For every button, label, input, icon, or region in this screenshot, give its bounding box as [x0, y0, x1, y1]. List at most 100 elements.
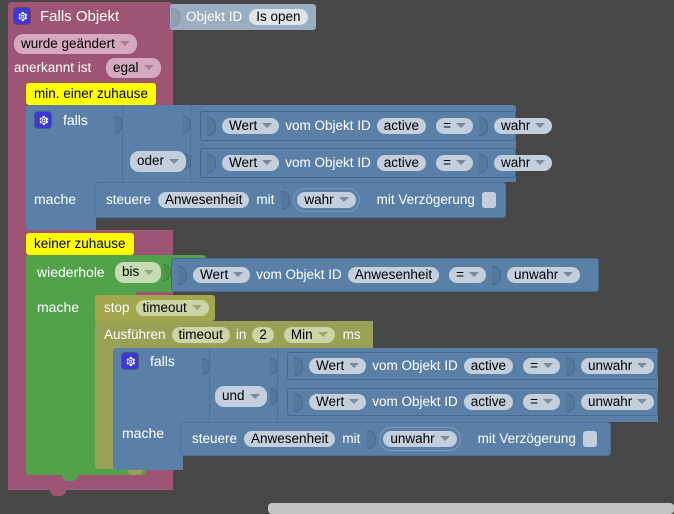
- chevron-down-icon: [262, 160, 273, 165]
- gear-icon[interactable]: [35, 112, 51, 128]
- action-target-field[interactable]: Anwesenheit: [158, 191, 250, 209]
- chevron-down-icon: [144, 269, 155, 275]
- loop-mode-dropdown[interactable]: bis: [115, 262, 162, 283]
- action-block-home[interactable]: steuere Anwesenheit mit wahr mit Verzöge…: [94, 182, 506, 218]
- middle-label: vom Objekt ID: [372, 394, 458, 410]
- comparator-field[interactable]: =: [436, 154, 473, 172]
- action-target-field[interactable]: Anwesenheit: [244, 430, 336, 448]
- compare-value-field[interactable]: unwahr: [580, 357, 655, 375]
- gear-icon[interactable]: [122, 353, 138, 369]
- chevron-down-icon: [349, 363, 360, 368]
- value-type-field[interactable]: Wert: [222, 117, 280, 135]
- chevron-down-icon: [542, 363, 553, 368]
- stop-timer-dropdown[interactable]: timeout: [135, 299, 209, 317]
- logic-operator-value: und: [222, 388, 245, 404]
- condition-row-home-2[interactable]: Wert vom Objekt ID active = wahr: [200, 148, 553, 178]
- note-keiner-zuhause[interactable]: keiner zuhause: [26, 233, 134, 255]
- object-id-field[interactable]: Is open: [249, 8, 308, 26]
- logic-operator-oder[interactable]: oder: [130, 151, 187, 172]
- compare-value-text: wahr: [500, 117, 531, 133]
- chevron-down-icon: [233, 272, 244, 277]
- run-unit-suffix: ms: [342, 327, 361, 343]
- comparator-field[interactable]: =: [523, 357, 560, 375]
- run-timer-name-field[interactable]: timeout: [171, 326, 230, 344]
- input-connector: [478, 116, 488, 136]
- action-block-away[interactable]: steuere Anwesenheit mit unwahr mit Verzö…: [180, 422, 611, 456]
- middle-label: vom Objekt ID: [372, 358, 458, 374]
- run-unit-value: Min: [290, 326, 313, 342]
- ack-dropdown[interactable]: egal: [106, 58, 161, 78]
- event-type-dropdown[interactable]: wurde geändert: [14, 34, 137, 54]
- comparator-field[interactable]: =: [449, 266, 486, 284]
- action-value-field[interactable]: unwahr: [379, 426, 461, 452]
- value-type-text: Wert: [229, 117, 258, 133]
- object-id-field[interactable]: active: [463, 357, 514, 375]
- delay-checkbox[interactable]: [582, 431, 597, 447]
- stop-verb: stop: [104, 300, 130, 316]
- loop-mode-value: bis: [122, 264, 140, 280]
- comparator-text: =: [443, 117, 451, 133]
- object-id-field[interactable]: active: [376, 117, 427, 135]
- value-type-field[interactable]: Wert: [193, 266, 251, 284]
- compare-value-field[interactable]: wahr: [493, 117, 553, 135]
- object-id-field[interactable]: Anwesenheit: [347, 266, 440, 284]
- logic-operator-und[interactable]: und: [215, 386, 267, 407]
- object-id-field[interactable]: active: [376, 154, 427, 172]
- loop-do-label: mache: [37, 299, 80, 315]
- condition-row-away-2[interactable]: Wert vom Objekt ID active = unwahr: [287, 388, 658, 416]
- chevron-down-icon: [469, 272, 479, 277]
- if-away-divider-2: [277, 348, 278, 422]
- run-timer-header-row: Ausführen timeout in 2 Min ms: [104, 325, 361, 345]
- compare-value-field[interactable]: unwahr: [507, 266, 581, 284]
- value-type-text: Wert: [200, 266, 229, 282]
- input-connector: [207, 153, 216, 173]
- middle-label: vom Objekt ID: [285, 118, 371, 134]
- value-type-text: Wert: [316, 357, 345, 373]
- chevron-down-icon: [143, 65, 154, 70]
- action-verb: steuere: [192, 431, 238, 447]
- object-id-field[interactable]: active: [463, 393, 514, 411]
- chevron-down-icon: [637, 399, 648, 404]
- value-type-field[interactable]: Wert: [222, 154, 280, 172]
- run-amount-field[interactable]: 2: [252, 326, 274, 344]
- input-connector: [367, 429, 377, 449]
- do-label-away: mache: [122, 425, 165, 441]
- gear-icon[interactable]: [14, 8, 30, 24]
- stop-timer-value: timeout: [142, 299, 187, 315]
- chevron-down-icon: [439, 436, 450, 441]
- chevron-down-icon: [455, 160, 466, 165]
- action-value-field[interactable]: wahr: [293, 187, 360, 213]
- comparator-text: =: [530, 393, 538, 409]
- value-type-field[interactable]: Wert: [309, 357, 367, 375]
- input-connector: [281, 190, 291, 210]
- condition-row-home-1[interactable]: Wert vom Objekt ID active = wahr: [200, 111, 553, 141]
- blockly-workspace[interactable]: Falls Objekt Objekt ID Is open wurde geä…: [0, 0, 674, 514]
- chevron-down-icon: [191, 305, 202, 310]
- middle-label: vom Objekt ID: [256, 267, 342, 283]
- delay-checkbox[interactable]: [481, 192, 496, 208]
- loop-condition-row[interactable]: Wert vom Objekt ID Anwesenheit = unwahr: [171, 258, 599, 292]
- note-min-einer-zuhause[interactable]: min. einer zuhause: [26, 83, 157, 105]
- object-id-value-block[interactable]: Objekt ID Is open: [170, 4, 316, 30]
- stop-timer-block[interactable]: stop timeout: [95, 295, 215, 321]
- comparator-text: =: [456, 266, 464, 282]
- chevron-down-icon: [637, 363, 648, 368]
- input-connector: [207, 116, 216, 136]
- condition-row-away-1[interactable]: Wert vom Objekt ID active = unwahr: [287, 352, 658, 380]
- logic-operator-value: oder: [137, 153, 165, 169]
- ack-value: egal: [113, 59, 139, 75]
- horizontal-scrollbar[interactable]: [268, 503, 674, 514]
- compare-value-field[interactable]: wahr: [493, 154, 553, 172]
- value-type-field[interactable]: Wert: [309, 393, 367, 411]
- loop-repeat-label: wiederhole: [37, 264, 105, 280]
- comparator-field[interactable]: =: [523, 393, 560, 411]
- if-away-divider-1: [209, 348, 210, 422]
- event-type-value: wurde geändert: [21, 35, 115, 51]
- run-verb: Ausführen: [104, 327, 166, 343]
- chevron-down-icon: [535, 123, 546, 128]
- comparator-field[interactable]: =: [436, 117, 473, 135]
- action-value-text: wahr: [304, 191, 334, 207]
- if-home-divider-2: [190, 105, 191, 182]
- compare-value-field[interactable]: unwahr: [580, 393, 655, 411]
- run-unit-dropdown[interactable]: Min: [283, 326, 335, 344]
